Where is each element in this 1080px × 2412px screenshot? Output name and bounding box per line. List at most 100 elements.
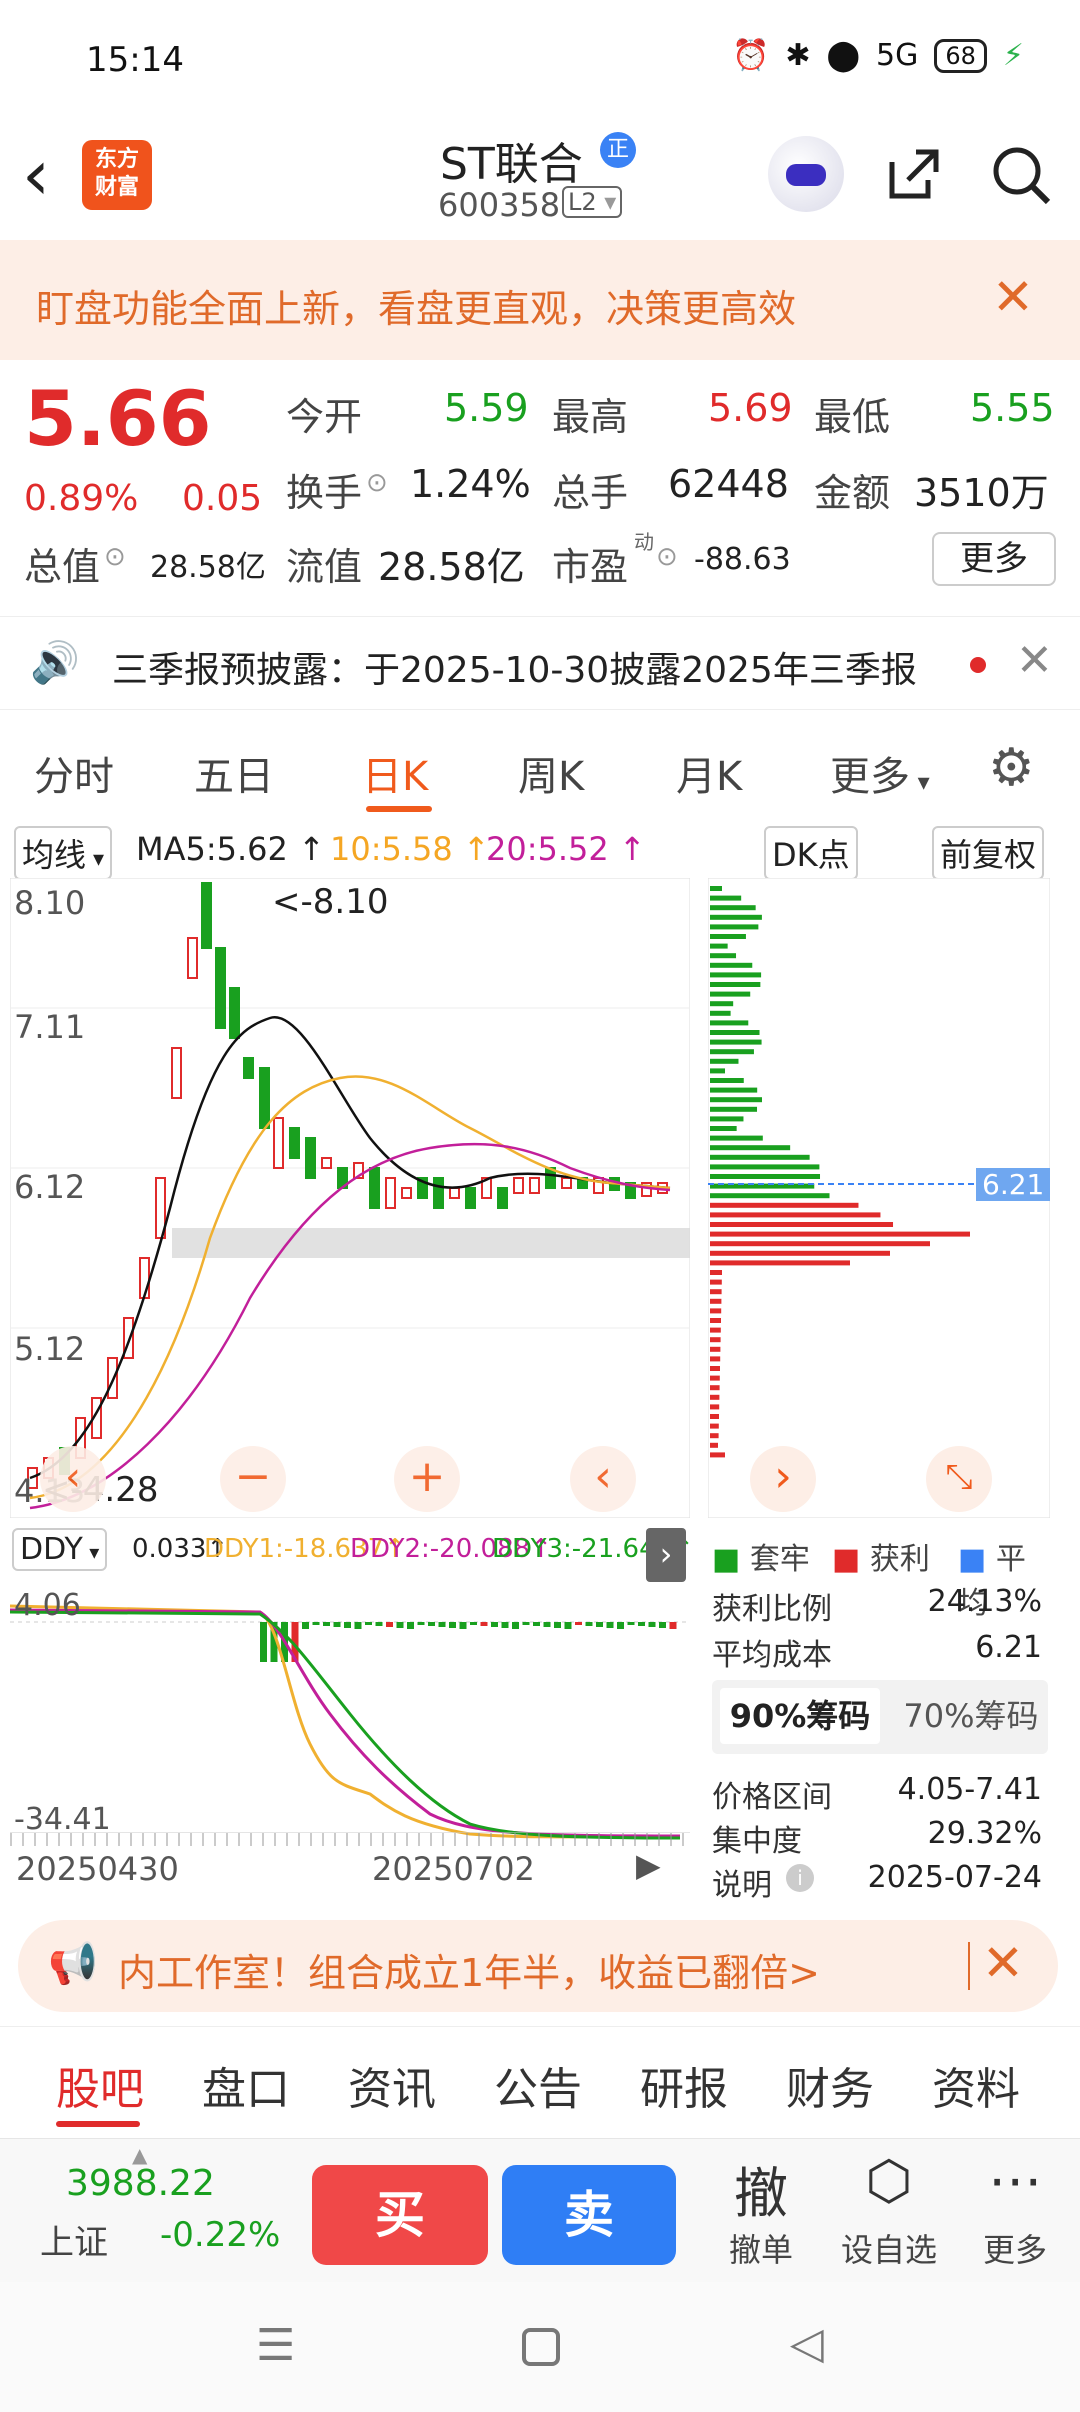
tab-more[interactable]: 更多 ▾ (830, 744, 930, 802)
index-value[interactable]: 3988.22 (66, 2163, 215, 2204)
info-icon[interactable]: i (786, 1864, 814, 1892)
active-tab-indicator (56, 2121, 140, 2127)
ddy-y-top: 4.06 (14, 1588, 81, 1623)
speaker-icon: 🔊 (30, 640, 80, 686)
chip-bar (710, 924, 759, 930)
ddy-bar (564, 1622, 572, 1629)
candlestick (321, 1157, 332, 1169)
notice-bar[interactable]: 🔊 三季报预披露：于2025-10-30披露2025年三季报 ✕ (0, 616, 1080, 710)
tab-finance[interactable]: 财务 (786, 2053, 874, 2117)
buy-button[interactable]: 买 (312, 2165, 488, 2265)
y-label: 5.12 (14, 1330, 86, 1368)
candlestick-chart[interactable]: 8.10 7.11 6.12 5.12 4.13 <-8.10 <-4.28 ‹… (9, 877, 691, 1519)
ddy-bar (396, 1622, 404, 1628)
ddy-indicator-chart[interactable]: DDY ▾ 0.033↑ DDY1:-18.637↑ DDY2:-20.088↑… (10, 1524, 694, 1914)
chevron-right-icon[interactable]: › (646, 1528, 686, 1582)
ddy-bar (638, 1622, 645, 1626)
assistant-robot-icon[interactable] (768, 136, 844, 212)
chip-bar (710, 1231, 970, 1237)
ma-selector[interactable]: 均线 ▾ (14, 826, 113, 880)
tab-profile[interactable]: 资料 (932, 2053, 1020, 2117)
adjust-button[interactable]: 前复权 (932, 826, 1045, 880)
chip-bar (710, 1030, 760, 1035)
info-icon[interactable]: ⊙ (366, 468, 388, 498)
ddy-bar (354, 1622, 362, 1629)
amount-label: 金额 (814, 471, 891, 515)
volume-label: 总手 (552, 471, 629, 515)
ddy-bar (386, 1622, 393, 1627)
high-label: 最高 (552, 395, 629, 439)
candlestick (107, 1357, 118, 1399)
tab-news[interactable]: 资讯 (348, 2053, 436, 2117)
promo-banner[interactable]: 📢 内工作室！组合成立1年半，收益已翻倍> ✕ (18, 1920, 1058, 2012)
close-icon[interactable]: ✕ (982, 1934, 1024, 1992)
chevron-right-icon[interactable]: › (750, 1446, 816, 1512)
megaphone-icon: 📢 (48, 1941, 98, 1987)
tab-forum[interactable]: 股吧 (56, 2053, 144, 2117)
expand-icon[interactable]: ⤡ (926, 1446, 992, 1512)
chip70-button[interactable]: 70%筹码 (896, 1688, 1046, 1744)
chip-bar (710, 1414, 719, 1419)
dk-point-button[interactable]: DK点 (764, 826, 858, 880)
chip-bar (710, 1212, 881, 1218)
chip-bar (710, 1135, 763, 1141)
ddy-bar (533, 1622, 540, 1626)
chip-bar (710, 1222, 894, 1227)
more-quote-button[interactable]: 更多 (932, 532, 1056, 586)
close-icon[interactable]: ✕ (992, 268, 1034, 326)
tab-intraday[interactable]: 分时 (34, 744, 114, 802)
float-cap-label: 流值 (286, 545, 363, 589)
info-icon[interactable]: ⊙ (104, 542, 126, 572)
share-icon[interactable] (884, 144, 944, 218)
ddy-bar (522, 1622, 530, 1625)
more-label[interactable]: 更多 (960, 2225, 1070, 2271)
zoom-out-button[interactable]: − (220, 1446, 286, 1512)
search-icon[interactable] (990, 144, 1052, 220)
chip90-button[interactable]: 90%筹码 (720, 1688, 880, 1744)
ddy-bar (344, 1622, 351, 1628)
float-cap-value: 28.58亿 (378, 545, 525, 589)
feature-banner[interactable]: 盯盘功能全面上新，看盘更直观，决策更高效 ✕ (0, 240, 1080, 360)
chip-bar (710, 1116, 744, 1122)
ddy-bar (470, 1622, 477, 1625)
tab-daily-k[interactable]: 日K (362, 744, 428, 802)
back-nav-icon[interactable]: ◁ (790, 2318, 824, 2369)
concentration-value: 29.32% (927, 1816, 1042, 1851)
tab-weekly-k[interactable]: 周K (518, 744, 584, 802)
tab-five-day[interactable]: 五日 (194, 744, 274, 802)
tab-research[interactable]: 研报 (640, 2053, 728, 2117)
ddy-bar (407, 1622, 414, 1629)
desc-label: 说明 (712, 1868, 772, 1903)
close-icon[interactable]: ✕ (1016, 635, 1053, 686)
add-watchlist-icon[interactable]: ⬡ (834, 2149, 944, 2212)
status-bar: 15:14 ⏰ ✱ ⬤ 5G 68 ⚡ (0, 0, 1080, 120)
turnover-label: 换手 (286, 471, 363, 515)
chip-distribution-chart[interactable]: 6.21 › ⤡ (707, 877, 1051, 1519)
indicator-selector[interactable]: DDY ▾ (12, 1528, 108, 1571)
chip-bar (710, 1164, 820, 1170)
chevron-left-icon[interactable]: ‹ (40, 1446, 106, 1512)
tab-orderbook[interactable]: 盘口 (202, 2053, 290, 2117)
chevron-left-icon[interactable]: ‹ (570, 1446, 636, 1512)
tab-monthly-k[interactable]: 月K (676, 744, 742, 802)
more-icon[interactable]: ⋯ (960, 2149, 1070, 2212)
home-icon[interactable] (522, 2328, 560, 2366)
tab-announcements[interactable]: 公告 (494, 2053, 582, 2117)
signal-icon: 5G (876, 38, 919, 73)
cancel-order-label[interactable]: 撤单 (706, 2225, 816, 2271)
back-button[interactable]: ‹ (22, 140, 50, 210)
zoom-in-button[interactable]: + (394, 1446, 460, 1512)
sell-button[interactable]: 卖 (502, 2165, 676, 2265)
cancel-order-icon[interactable]: 撤 (706, 2149, 816, 2228)
turnover-value: 1.24% (410, 462, 531, 506)
chip-bar (710, 1078, 744, 1083)
level2-badge[interactable]: L2 ▾ (562, 186, 623, 218)
menu-icon[interactable]: ☰ (256, 2320, 295, 2371)
gear-icon[interactable]: ⚙ (988, 738, 1035, 798)
ma20-value: 20:5.52 ↑ (486, 830, 646, 868)
add-watchlist-label[interactable]: 设自选 (834, 2225, 944, 2271)
play-icon[interactable]: ▶ (636, 1846, 661, 1884)
info-icon[interactable]: ⊙ (656, 542, 678, 572)
chip-bar (710, 972, 762, 978)
chip-bar (710, 1298, 722, 1304)
